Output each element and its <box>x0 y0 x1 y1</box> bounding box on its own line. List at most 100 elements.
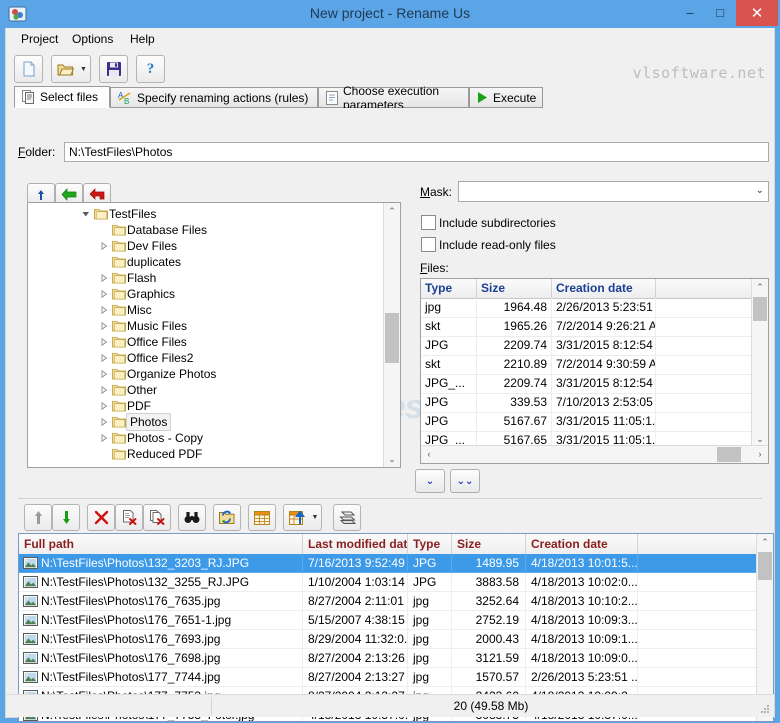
tree-scroll-down-button[interactable]: ⌄ <box>384 451 400 467</box>
table-row[interactable]: N:\TestFiles\Photos\132_3203_RJ.JPG 7/16/… <box>19 554 758 573</box>
files-col-created[interactable]: Creation date <box>552 279 656 298</box>
find-button[interactable] <box>178 504 206 531</box>
tree-item[interactable]: Organize Photos <box>28 366 383 382</box>
files-grid-row[interactable]: skt 1965.26 7/2/2014 9:26:21 AM <box>421 317 752 337</box>
chevron-collapsed-icon[interactable] <box>98 318 110 334</box>
tree-item[interactable]: Other <box>28 382 383 398</box>
refresh-button[interactable] <box>213 504 241 531</box>
tree-item[interactable]: Graphics <box>28 286 383 302</box>
open-project-dropdown[interactable]: ▼ <box>77 55 91 83</box>
files-col-type[interactable]: Type <box>421 279 477 298</box>
table-row[interactable]: N:\TestFiles\Photos\132_3255_RJ.JPG 1/10/… <box>19 573 758 592</box>
tree-scrollbar[interactable]: ⌃ ⌄ <box>383 203 400 467</box>
tree-item[interactable]: Photos <box>28 413 383 431</box>
chevron-collapsed-icon[interactable] <box>98 398 110 414</box>
files-grid-row[interactable]: JPG 339.53 7/10/2013 2:53:05 ... <box>421 393 752 413</box>
chevron-collapsed-icon[interactable] <box>98 382 110 398</box>
tree-item[interactable]: Photos - Copy <box>28 430 383 446</box>
chevron-collapsed-icon[interactable] <box>98 302 110 318</box>
tree-item[interactable]: PDF <box>28 398 383 414</box>
menu-options[interactable]: Options <box>65 31 120 48</box>
include-readonly-checkbox[interactable] <box>421 237 436 252</box>
minimize-button[interactable]: – <box>676 1 704 23</box>
include-subdirectories-checkbox[interactable] <box>421 215 436 230</box>
list-col-size[interactable]: Size <box>452 534 526 554</box>
list-col-creation-date[interactable]: Creation date <box>526 534 638 554</box>
chevron-collapsed-icon[interactable] <box>98 414 110 430</box>
chevron-collapsed-icon[interactable] <box>98 334 110 350</box>
export-button[interactable] <box>283 504 311 531</box>
mask-combobox[interactable]: ⌄ <box>458 181 769 202</box>
tab-execution-parameters[interactable]: Choose execution parameters <box>318 84 469 112</box>
files-col-size[interactable]: Size <box>477 279 552 298</box>
files-hscrollbar[interactable]: ‹ › <box>421 445 768 463</box>
add-all-button[interactable]: ⌄⌄ <box>450 469 480 493</box>
open-project-button[interactable] <box>51 55 80 83</box>
move-up-button[interactable] <box>24 504 52 531</box>
print-button[interactable] <box>333 504 361 531</box>
list-col-last-modified[interactable]: Last modified date <box>303 534 408 554</box>
tree-item[interactable]: Dev Files <box>28 238 383 254</box>
tab-specify-rules[interactable]: A B Specify renaming actions (rules) <box>110 87 318 108</box>
close-button[interactable]: ✕ <box>736 0 778 26</box>
list-scroll-thumb[interactable] <box>758 552 772 580</box>
list-col-type[interactable]: Type <box>408 534 452 554</box>
files-grid[interactable]: Type Size Creation date jpg 1964.48 2/26/2… <box>420 278 769 464</box>
move-down-button[interactable] <box>52 504 80 531</box>
table-row[interactable]: N:\TestFiles\Photos\176_7651-1.jpg 5/15/2… <box>19 611 758 630</box>
resize-grip[interactable] <box>759 703 771 715</box>
files-scroll-right-button[interactable]: › <box>752 446 768 462</box>
files-vscroll-thumb[interactable] <box>753 297 767 321</box>
table-row[interactable]: N:\TestFiles\Photos\176_7693.jpg 8/29/200… <box>19 630 758 649</box>
list-scroll-up-button[interactable]: ⌃ <box>757 534 773 550</box>
add-selected-button[interactable]: ⌄ <box>415 469 445 493</box>
menu-project[interactable]: Project <box>14 31 65 48</box>
table-row[interactable]: N:\TestFiles\Photos\176_7698.jpg 8/27/200… <box>19 649 758 668</box>
chevron-expanded-icon[interactable] <box>80 206 92 222</box>
files-grid-row[interactable]: JPG_... 2209.74 3/31/2015 8:12:54 ... <box>421 374 752 394</box>
table-row[interactable]: N:\TestFiles\Photos\177_7744.jpg 8/27/200… <box>19 668 758 687</box>
remove-selected-button[interactable] <box>115 504 143 531</box>
files-scroll-up-button[interactable]: ⌃ <box>752 279 768 295</box>
export-dropdown[interactable]: ▼ <box>309 504 322 531</box>
tree-item[interactable]: Office Files2 <box>28 350 383 366</box>
chevron-collapsed-icon[interactable] <box>98 350 110 366</box>
tree-item[interactable]: duplicates <box>28 254 383 270</box>
save-project-button[interactable] <box>99 55 128 83</box>
folder-input[interactable]: N:\TestFiles\Photos <box>64 142 769 162</box>
files-grid-row[interactable]: skt 2210.89 7/2/2014 9:30:59 AM <box>421 355 752 375</box>
remove-all-button[interactable] <box>87 504 115 531</box>
maximize-button[interactable]: □ <box>706 1 734 23</box>
tree-item[interactable]: Flash <box>28 270 383 286</box>
chevron-collapsed-icon[interactable] <box>98 238 110 254</box>
list-col-full-path[interactable]: Full path <box>19 534 303 554</box>
tree-scroll-up-button[interactable]: ⌃ <box>384 203 400 219</box>
new-project-button[interactable] <box>14 55 43 83</box>
files-scroll-left-button[interactable]: ‹ <box>421 446 437 462</box>
menu-help[interactable]: Help <box>123 31 162 48</box>
chevron-collapsed-icon[interactable] <box>98 270 110 286</box>
files-grid-row[interactable]: JPG 5167.67 3/31/2015 11:05:1... <box>421 412 752 432</box>
tab-select-files[interactable]: Select files <box>14 86 110 108</box>
help-button[interactable]: ? <box>136 55 165 83</box>
tree-item[interactable]: Music Files <box>28 318 383 334</box>
grid-button[interactable] <box>248 504 276 531</box>
remove-unselected-button[interactable] <box>143 504 171 531</box>
folder-tree[interactable]: TestFiles Database Files Dev Files duplicat… <box>27 202 401 468</box>
files-grid-row[interactable]: jpg 1964.48 2/26/2013 5:23:51 ... <box>421 298 752 318</box>
files-grid-row[interactable]: JPG 2209.74 3/31/2015 8:12:54 ... <box>421 336 752 356</box>
files-vscrollbar[interactable]: ⌃ ⌄ <box>751 279 768 447</box>
table-row[interactable]: N:\TestFiles\Photos\176_7635.jpg 8/27/200… <box>19 592 758 611</box>
tree-item[interactable]: Database Files <box>28 222 383 238</box>
tree-item[interactable]: TestFiles <box>28 206 383 222</box>
chevron-collapsed-icon[interactable] <box>98 286 110 302</box>
files-hscroll-thumb[interactable] <box>717 447 741 462</box>
tree-scroll-thumb[interactable] <box>385 313 399 363</box>
chevron-collapsed-icon[interactable] <box>98 366 110 382</box>
tree-item[interactable]: Misc <box>28 302 383 318</box>
list-scrollbar[interactable]: ⌃ ⌄ <box>756 534 773 721</box>
tab-execute[interactable]: Execute <box>469 87 543 108</box>
tree-item[interactable]: Office Files <box>28 334 383 350</box>
chevron-collapsed-icon[interactable] <box>98 430 110 446</box>
tree-item[interactable]: Reduced PDF <box>28 446 383 462</box>
